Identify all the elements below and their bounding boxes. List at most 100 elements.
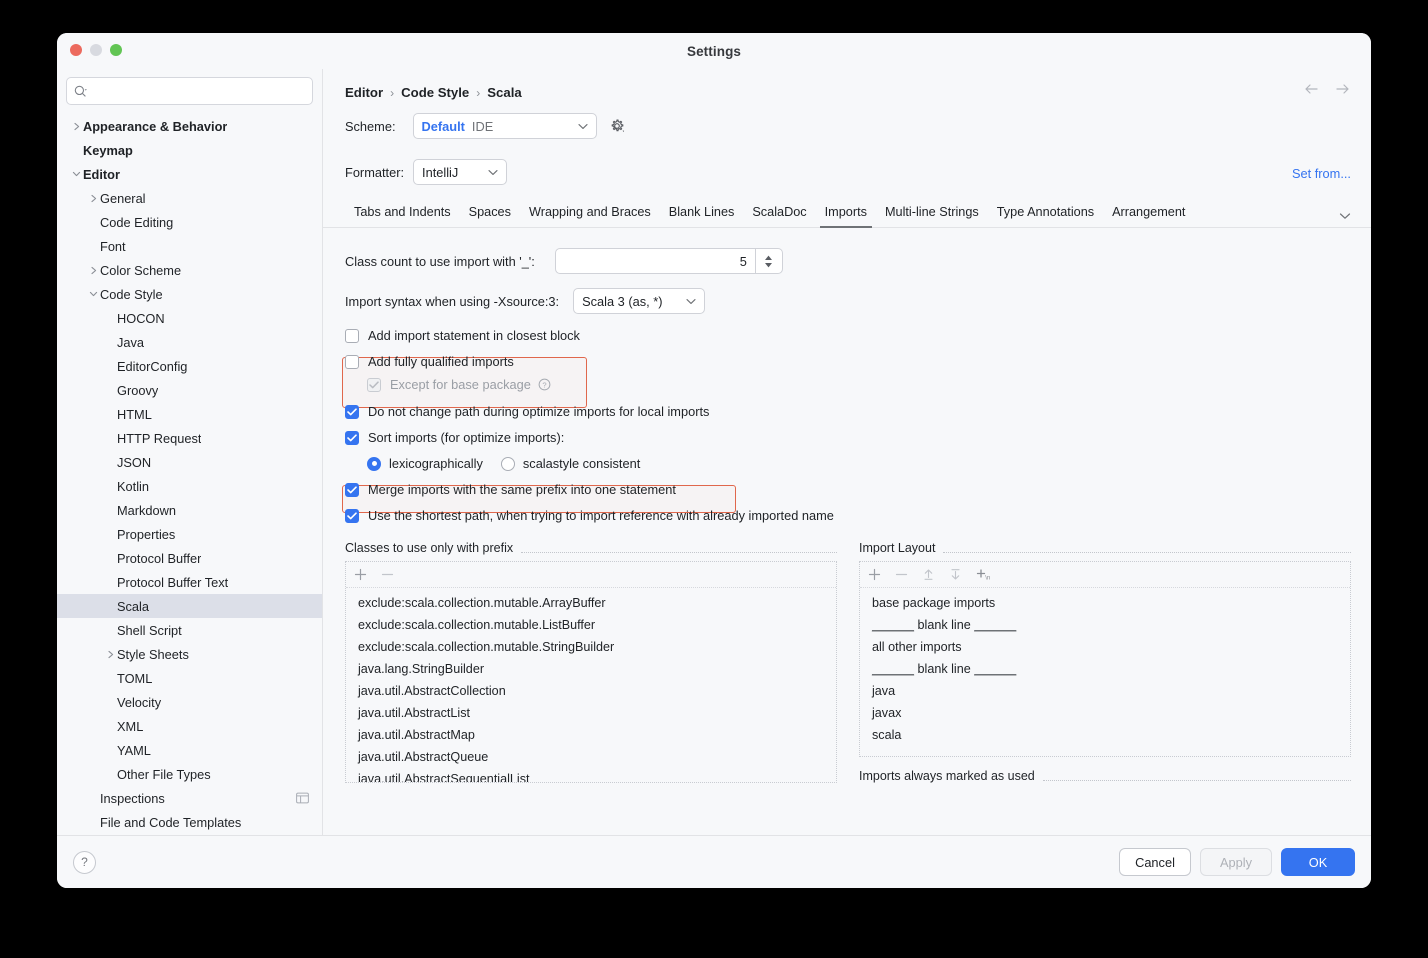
sidebar-item-editorconfig[interactable]: EditorConfig (57, 354, 322, 378)
tab-multi-line-strings[interactable]: Multi-line Strings (876, 201, 988, 227)
add-icon[interactable] (868, 568, 881, 581)
list-item[interactable]: scala (872, 724, 1350, 746)
code-style-tabs[interactable]: Tabs and IndentsSpacesWrapping and Brace… (323, 201, 1371, 228)
add-blank-line-icon[interactable]: \n (976, 568, 991, 581)
layout-list[interactable]: base package imports ______ blank line __… (860, 588, 1350, 746)
chevron-down-icon[interactable] (87, 290, 100, 298)
tab-spaces[interactable]: Spaces (460, 201, 520, 227)
closest-block-checkbox[interactable] (345, 329, 359, 343)
closest-block-checkbox-row[interactable]: Add import statement in closest block (345, 328, 1351, 343)
list-item[interactable]: java (872, 680, 1350, 702)
settings-tree[interactable]: Appearance & BehaviorKeymapEditorGeneral… (57, 111, 322, 835)
sidebar-item-style-sheets[interactable]: Style Sheets (57, 642, 322, 666)
list-item[interactable]: base package imports (872, 592, 1350, 614)
zoom-window-button[interactable] (110, 44, 122, 56)
sidebar-item-appearance-behavior[interactable]: Appearance & Behavior (57, 114, 322, 138)
sidebar-item-inspections[interactable]: Inspections (57, 786, 322, 810)
sidebar-item-font[interactable]: Font (57, 234, 322, 258)
gear-icon[interactable] (609, 118, 626, 135)
list-item[interactable]: java.util.AbstractQueue (358, 746, 836, 768)
minimize-window-button[interactable] (90, 44, 102, 56)
scheme-dropdown[interactable]: Default IDE (413, 113, 597, 139)
shortest-path-checkbox-row[interactable]: Use the shortest path, when trying to im… (345, 508, 1351, 523)
sidebar-item-yaml[interactable]: YAML (57, 738, 322, 762)
chevron-right-icon[interactable] (70, 122, 83, 131)
sidebar-item-velocity[interactable]: Velocity (57, 690, 322, 714)
sidebar-item-editor[interactable]: Editor (57, 162, 322, 186)
help-circle-icon[interactable]: ? (538, 378, 551, 391)
sort-imports-checkbox[interactable] (345, 431, 359, 445)
stepper-arrows[interactable] (755, 249, 782, 273)
list-item[interactable]: all other imports (872, 636, 1350, 658)
prefix-list-box[interactable]: exclude:scala.collection.mutable.ArrayBu… (345, 561, 837, 783)
radio-scalastyle-consistent[interactable] (501, 457, 515, 471)
sort-imports-checkbox-row[interactable]: Sort imports (for optimize imports): (345, 430, 1351, 445)
sidebar-item-keymap[interactable]: Keymap (57, 138, 322, 162)
list-item[interactable]: java.util.AbstractMap (358, 724, 836, 746)
do-not-change-path-checkbox-row[interactable]: Do not change path during optimize impor… (345, 404, 1351, 419)
sidebar-item-hocon[interactable]: HOCON (57, 306, 322, 330)
tab-blank-lines[interactable]: Blank Lines (660, 201, 744, 227)
sidebar-item-other-file-types[interactable]: Other File Types (57, 762, 322, 786)
merge-imports-checkbox-row[interactable]: Merge imports with the same prefix into … (345, 482, 1351, 497)
sidebar-item-color-scheme[interactable]: Color Scheme (57, 258, 322, 282)
cancel-button[interactable]: Cancel (1119, 848, 1191, 876)
sidebar-item-file-and-code-templates[interactable]: File and Code Templates (57, 810, 322, 834)
tabs-overflow-chevron-down-icon[interactable] (1339, 212, 1351, 227)
add-icon[interactable] (354, 568, 367, 581)
close-window-button[interactable] (70, 44, 82, 56)
sidebar-item-properties[interactable]: Properties (57, 522, 322, 546)
forward-arrow-icon[interactable] (1335, 82, 1351, 96)
chevron-right-icon[interactable] (104, 650, 117, 659)
chevron-right-icon[interactable] (87, 266, 100, 275)
sidebar-item-protocol-buffer-text[interactable]: Protocol Buffer Text (57, 570, 322, 594)
sidebar-item-html[interactable]: HTML (57, 402, 322, 426)
prefix-list[interactable]: exclude:scala.collection.mutable.ArrayBu… (346, 588, 836, 783)
list-item[interactable]: javax (872, 702, 1350, 724)
sidebar-item-scala[interactable]: Scala (57, 594, 322, 618)
sidebar-item-protocol-buffer[interactable]: Protocol Buffer (57, 546, 322, 570)
sidebar-item-toml[interactable]: TOML (57, 666, 322, 690)
set-from-link[interactable]: Set from... (1292, 166, 1351, 181)
shortest-path-checkbox[interactable] (345, 509, 359, 523)
fully-qualified-checkbox-row[interactable]: Add fully qualified imports (345, 354, 1351, 369)
list-item[interactable]: java.util.AbstractList (358, 702, 836, 724)
breadcrumb-item-1[interactable]: Code Style (401, 85, 469, 100)
tab-type-annotations[interactable]: Type Annotations (988, 201, 1103, 227)
ok-button[interactable]: OK (1281, 848, 1355, 876)
layout-list-box[interactable]: \n base package imports ______ blank line… (859, 561, 1351, 757)
fully-qualified-checkbox[interactable] (345, 355, 359, 369)
sidebar-item-java[interactable]: Java (57, 330, 322, 354)
merge-imports-checkbox[interactable] (345, 483, 359, 497)
list-item[interactable]: java.util.AbstractSequentialList (358, 768, 836, 783)
sidebar-item-http-request[interactable]: HTTP Request (57, 426, 322, 450)
back-arrow-icon[interactable] (1303, 82, 1319, 96)
breadcrumb-item-0[interactable]: Editor (345, 85, 383, 100)
sidebar-item-code-style[interactable]: Code Style (57, 282, 322, 306)
search-box[interactable] (66, 77, 313, 105)
list-item[interactable]: java.util.AbstractCollection (358, 680, 836, 702)
help-button[interactable]: ? (73, 851, 96, 874)
sidebar-item-kotlin[interactable]: Kotlin (57, 474, 322, 498)
chevron-down-icon[interactable] (70, 170, 83, 178)
sidebar-item-xml[interactable]: XML (57, 714, 322, 738)
tab-imports[interactable]: Imports (816, 201, 876, 227)
tab-tabs-and-indents[interactable]: Tabs and Indents (345, 201, 460, 227)
import-syntax-dropdown[interactable]: Scala 3 (as, *) (573, 288, 705, 314)
radio-lexicographically[interactable] (367, 457, 381, 471)
sidebar-item-code-editing[interactable]: Code Editing (57, 210, 322, 234)
search-input[interactable] (92, 83, 305, 99)
formatter-dropdown[interactable]: IntelliJ (413, 159, 507, 185)
list-item[interactable]: exclude:scala.collection.mutable.ArrayBu… (358, 592, 836, 614)
list-item[interactable]: exclude:scala.collection.mutable.StringB… (358, 636, 836, 658)
class-count-stepper[interactable]: 5 (555, 248, 783, 274)
list-item[interactable]: java.lang.StringBuilder (358, 658, 836, 680)
list-item[interactable]: ______ blank line ______ (872, 658, 1350, 680)
list-item[interactable]: exclude:scala.collection.mutable.ListBuf… (358, 614, 836, 636)
chevron-right-icon[interactable] (87, 194, 100, 203)
sidebar-item-groovy[interactable]: Groovy (57, 378, 322, 402)
tab-wrapping-and-braces[interactable]: Wrapping and Braces (520, 201, 660, 227)
sidebar-item-json[interactable]: JSON (57, 450, 322, 474)
sidebar-item-shell-script[interactable]: Shell Script (57, 618, 322, 642)
do-not-change-path-checkbox[interactable] (345, 405, 359, 419)
